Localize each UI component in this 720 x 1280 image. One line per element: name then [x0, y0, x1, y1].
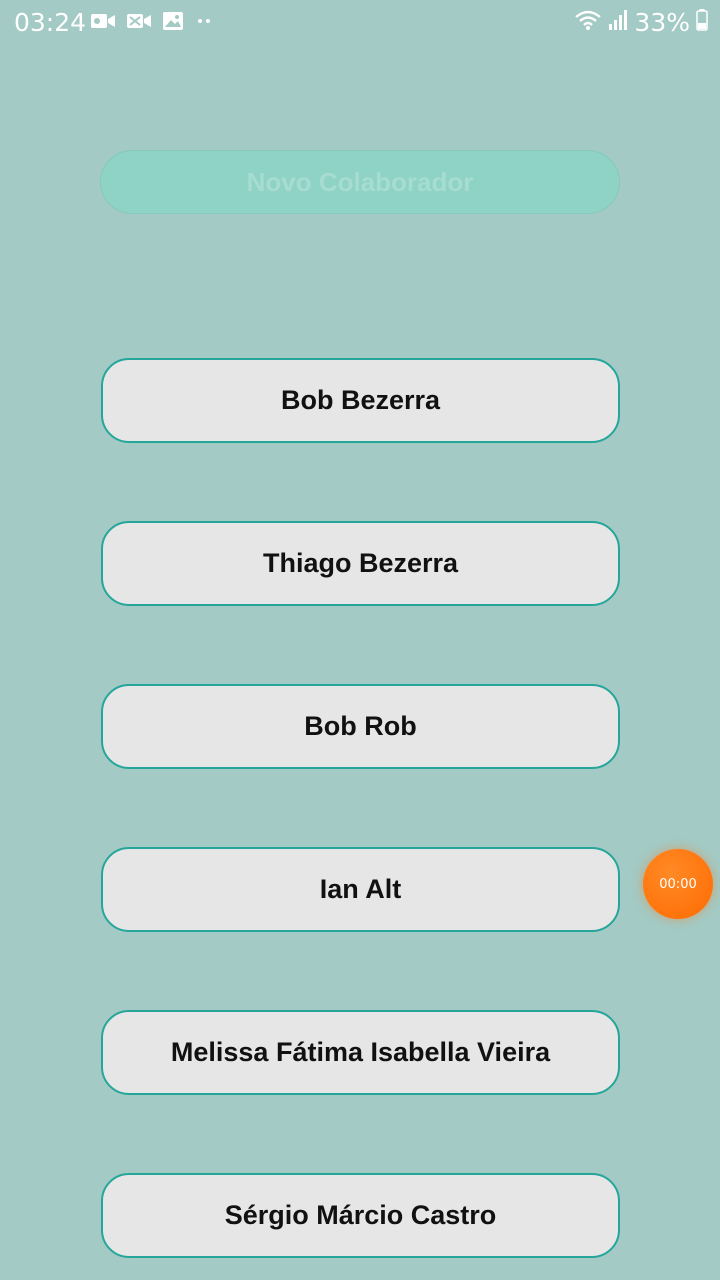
- new-collaborator-button[interactable]: Novo Colaborador: [100, 150, 620, 214]
- image-icon: [162, 11, 184, 35]
- collaborator-name: Bob Bezerra: [280, 385, 441, 415]
- collaborator-name: Sérgio Márcio Castro: [224, 1200, 497, 1230]
- collaborator-button[interactable]: Thiago Bezerra: [101, 521, 620, 606]
- collaborator-button[interactable]: Melissa Fátima Isabella Vieira: [101, 1010, 620, 1095]
- video-off-icon: [126, 11, 152, 35]
- status-right: 33%: [574, 8, 708, 37]
- recording-timer-button[interactable]: 00:00: [643, 849, 713, 919]
- collaborator-button[interactable]: Ian Alt: [101, 847, 620, 932]
- battery-icon: [696, 8, 708, 37]
- collaborator-button[interactable]: Bob Rob: [101, 684, 620, 769]
- wifi-icon: [574, 8, 602, 37]
- video-camera-icon: [90, 11, 116, 35]
- status-bar: 03:24 33%: [0, 0, 720, 46]
- collaborator-button[interactable]: Bob Bezerra: [101, 358, 620, 443]
- collaborator-name: Melissa Fátima Isabella Vieira: [170, 1037, 551, 1067]
- battery-percent: 33%: [634, 8, 690, 37]
- recording-timer-label: 00:00: [659, 876, 697, 892]
- notification-icons: [90, 11, 214, 35]
- dots-icon: [194, 11, 214, 35]
- status-time: 03:24: [14, 8, 87, 37]
- new-collaborator-label: Novo Colaborador: [246, 166, 474, 197]
- collaborator-button[interactable]: Sérgio Márcio Castro: [101, 1173, 620, 1258]
- collaborator-name: Ian Alt: [319, 874, 402, 904]
- collaborator-name: Thiago Bezerra: [262, 548, 459, 578]
- collaborator-name: Bob Rob: [304, 711, 417, 741]
- signal-icon: [608, 8, 628, 37]
